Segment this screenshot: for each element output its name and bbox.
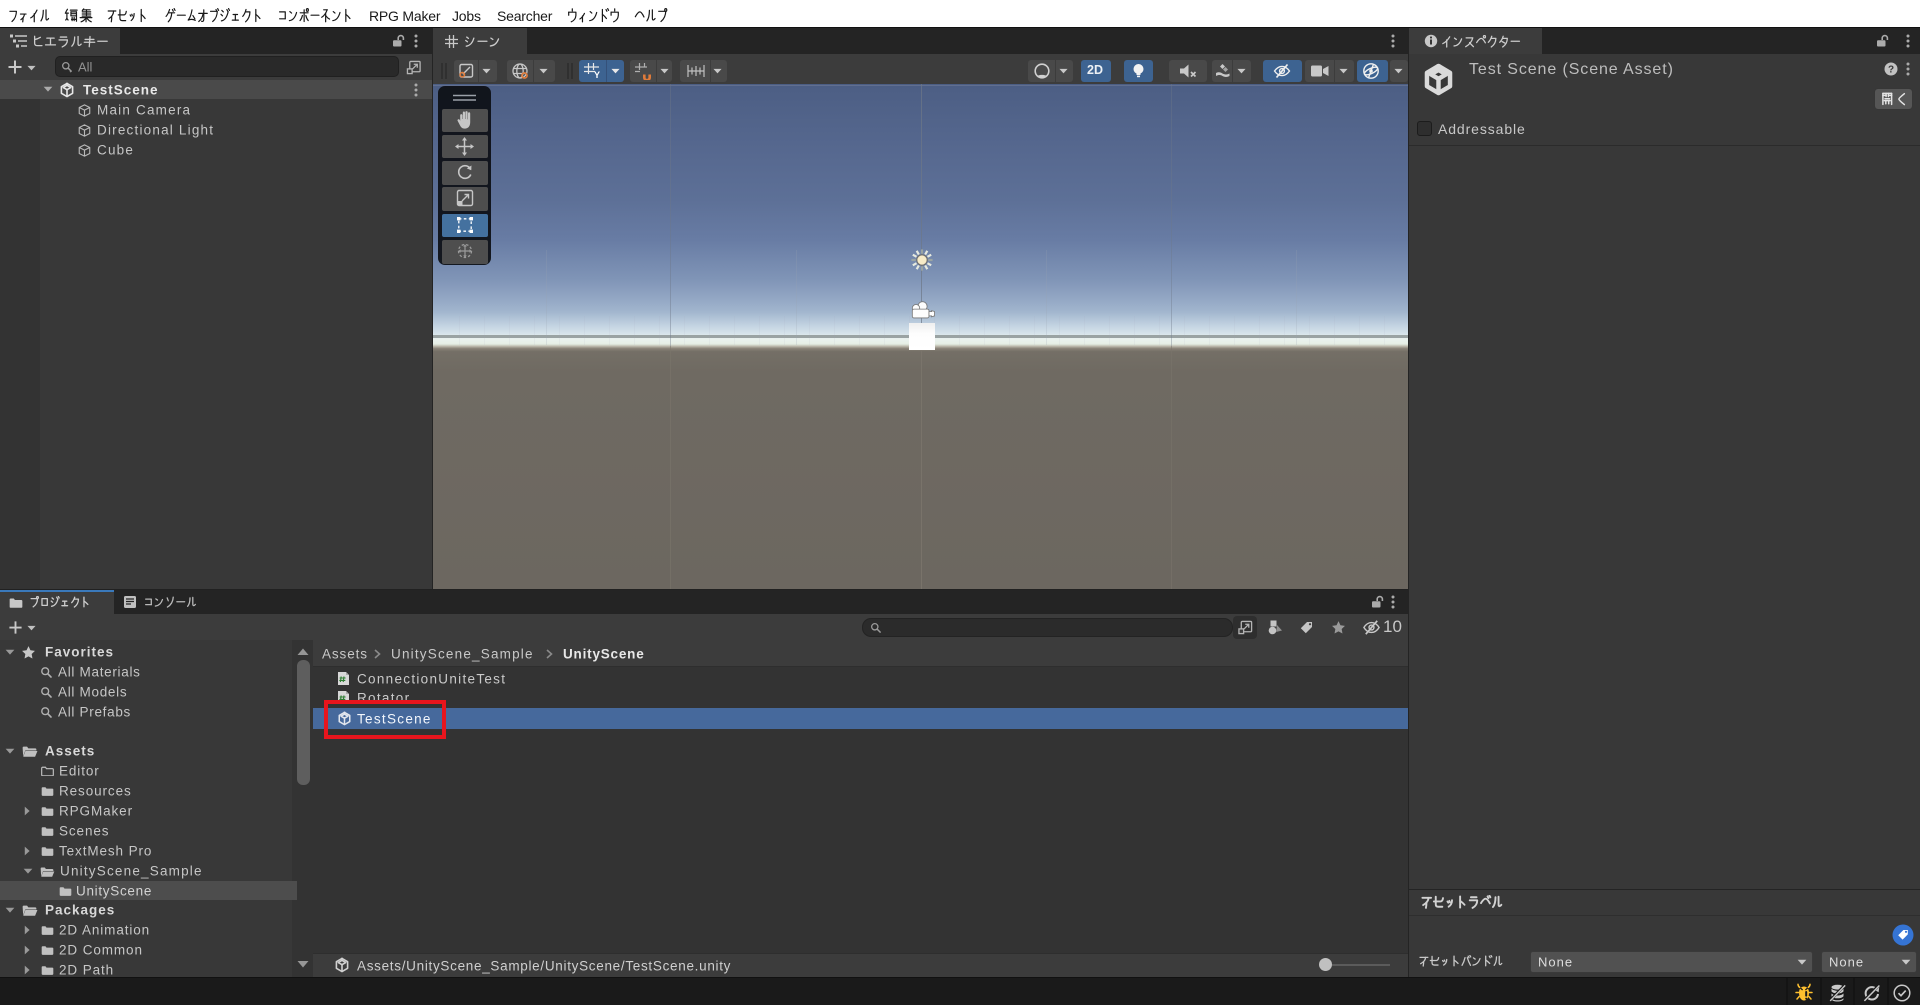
svg-text:Y: Y	[594, 70, 600, 80]
svg-text:?: ?	[1888, 65, 1894, 76]
